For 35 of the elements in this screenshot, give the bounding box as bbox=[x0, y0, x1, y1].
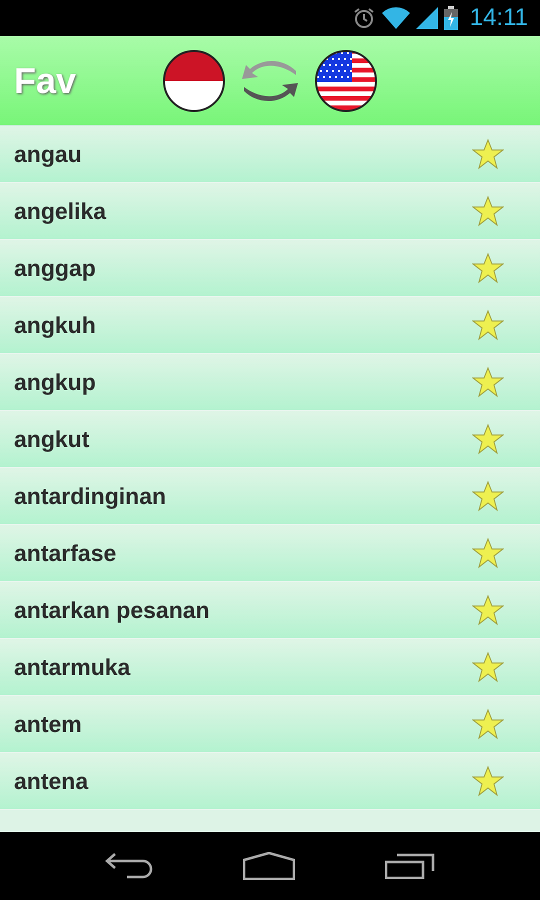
star-icon[interactable] bbox=[472, 480, 504, 512]
alarm-icon bbox=[352, 6, 376, 30]
star-icon[interactable] bbox=[472, 252, 504, 284]
star-icon[interactable] bbox=[472, 594, 504, 626]
wifi-icon bbox=[382, 7, 410, 29]
star-icon[interactable] bbox=[472, 537, 504, 569]
word-item[interactable]: angkut bbox=[14, 426, 90, 452]
word-item[interactable]: antarfase bbox=[14, 540, 116, 566]
battery-icon bbox=[444, 6, 458, 30]
word-item[interactable]: angkuh bbox=[14, 312, 96, 338]
recent-apps-icon[interactable] bbox=[385, 853, 435, 879]
star-icon[interactable] bbox=[472, 366, 504, 398]
star-icon[interactable] bbox=[472, 765, 504, 797]
word-item[interactable]: antarkan pesanan bbox=[14, 596, 210, 624]
word-item[interactable]: antem bbox=[14, 710, 82, 738]
word-item[interactable]: angkup bbox=[14, 368, 96, 396]
word-item[interactable]: antardinginan bbox=[14, 482, 166, 510]
indonesia-flag-button[interactable] bbox=[162, 48, 226, 112]
signal-icon bbox=[416, 7, 438, 29]
word-item[interactable]: anggap bbox=[14, 254, 96, 282]
word-item[interactable]: antena bbox=[14, 768, 88, 794]
star-icon[interactable] bbox=[472, 195, 504, 227]
screen-title: Fav bbox=[14, 60, 78, 102]
star-icon[interactable] bbox=[472, 708, 504, 740]
clock-time: 14:11 bbox=[470, 4, 528, 32]
back-icon[interactable] bbox=[105, 853, 153, 879]
swap-icon[interactable] bbox=[240, 58, 300, 102]
word-item[interactable]: angau bbox=[14, 140, 82, 168]
star-icon[interactable] bbox=[472, 423, 504, 455]
word-item[interactable]: angelika bbox=[14, 198, 106, 224]
star-icon[interactable] bbox=[472, 651, 504, 683]
star-icon[interactable] bbox=[472, 138, 504, 170]
home-icon[interactable] bbox=[243, 852, 295, 880]
star-icon[interactable] bbox=[472, 309, 504, 341]
word-item[interactable]: antarmuka bbox=[14, 654, 130, 680]
